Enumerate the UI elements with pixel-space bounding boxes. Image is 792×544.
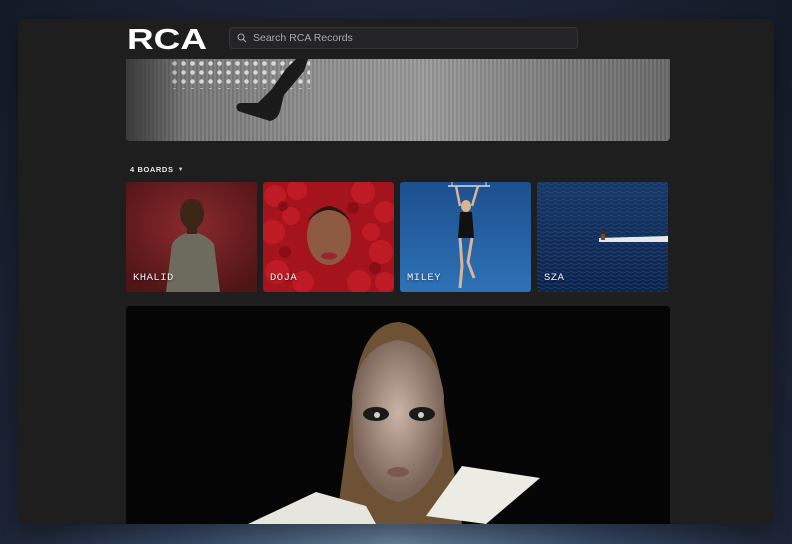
board-card-miley[interactable]: MILEY — [400, 182, 531, 292]
boards-dropdown[interactable]: 4 BOARDS ▼ — [130, 165, 184, 174]
rca-logo[interactable]: RCA — [127, 27, 209, 51]
board-card-sza[interactable]: SZA — [537, 182, 668, 292]
board-name: SZA — [544, 272, 565, 284]
logo-text: RCA — [127, 27, 207, 51]
chevron-down-icon: ▼ — [177, 166, 185, 173]
boards-count-label: 4 BOARDS — [130, 165, 174, 174]
board-card-doja[interactable]: DOJA — [263, 182, 394, 292]
featured-portrait — [126, 306, 670, 524]
board-name: DOJA — [270, 272, 298, 284]
boards-grid: KHALID DOJA MILEY SZA — [126, 182, 670, 292]
top-bar: RCA — [18, 19, 774, 59]
search-bar[interactable] — [229, 27, 578, 49]
featured-artist-image[interactable] — [126, 306, 670, 524]
search-icon — [237, 33, 247, 43]
board-name: KHALID — [133, 272, 174, 284]
board-name: MILEY — [407, 272, 442, 284]
search-input[interactable] — [253, 32, 553, 44]
boot-figure — [236, 59, 308, 121]
app-window: RCA 4 BOARDS ▼ — [18, 19, 774, 524]
hero-banner-image — [126, 59, 670, 141]
board-card-khalid[interactable]: KHALID — [126, 182, 257, 292]
